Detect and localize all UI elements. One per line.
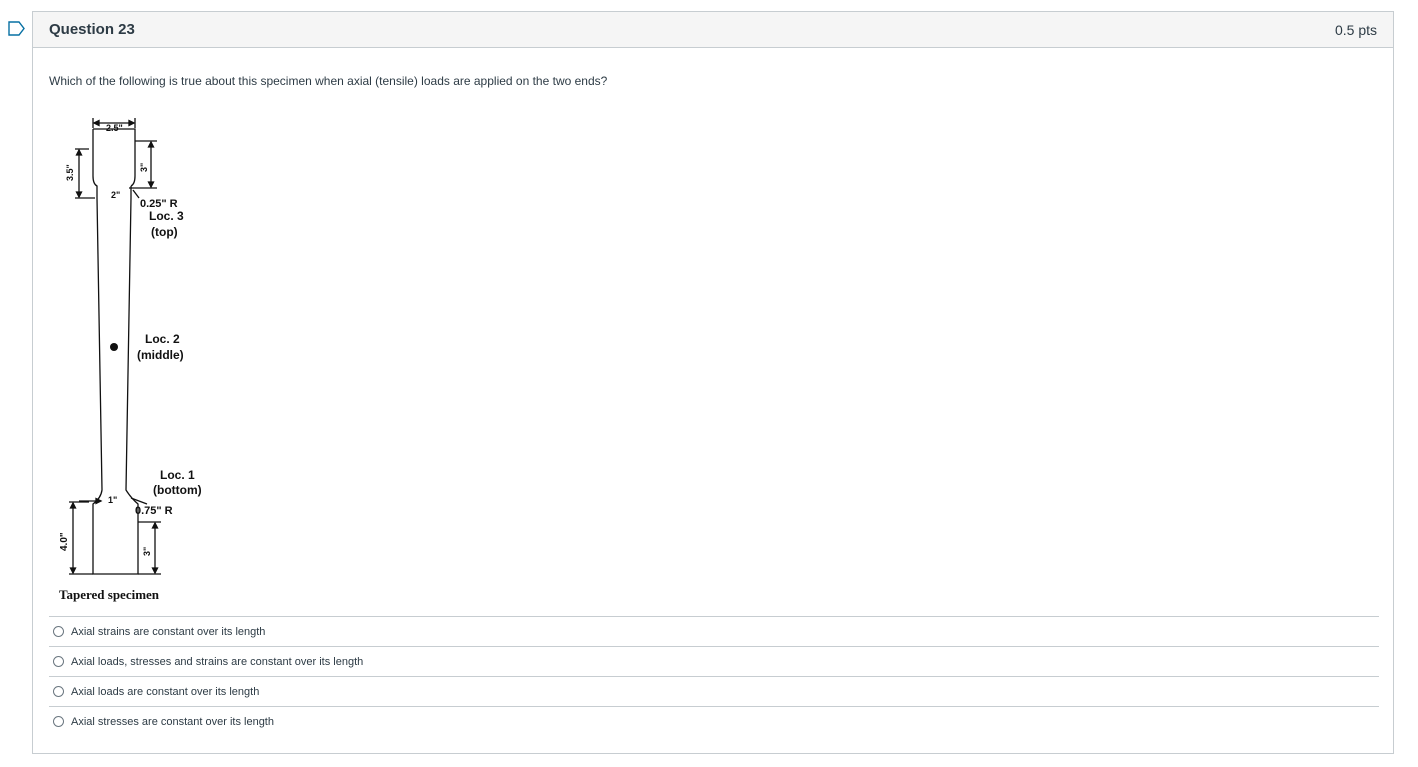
- tapered-specimen-figure: 2.5" 3.5" 3" 2" 0.25" R Loc. 3 (top) Loc…: [59, 118, 202, 602]
- answer-list: Axial strains are constant over its leng…: [49, 616, 1379, 736]
- question-points: 0.5 pts: [1334, 21, 1377, 38]
- loc3-name: Loc. 3: [149, 209, 184, 223]
- dim-top-grip: 3": [139, 163, 149, 172]
- question-title: Question 23: [49, 21, 135, 38]
- answer-label[interactable]: Axial loads, stresses and strains are co…: [71, 656, 363, 668]
- dim-neck-top: 2": [111, 190, 120, 200]
- loc2-point-marker: [110, 343, 118, 351]
- radio-button[interactable]: [53, 686, 64, 697]
- dim-neck-bottom: 1": [108, 495, 117, 505]
- loc2-name: Loc. 2: [145, 332, 180, 346]
- question-text: Which of the following is true about thi…: [49, 74, 608, 88]
- flag-question-icon[interactable]: [8, 21, 25, 36]
- radius-bottom: 0.75" R: [135, 505, 173, 517]
- answer-option[interactable]: Axial loads, stresses and strains are co…: [49, 646, 1379, 676]
- radio-button[interactable]: [53, 626, 64, 637]
- radio-button[interactable]: [53, 656, 64, 667]
- loc2-position: (middle): [137, 348, 184, 362]
- answer-option[interactable]: Axial loads are constant over its length: [49, 676, 1379, 706]
- loc1-position: (bottom): [153, 483, 202, 497]
- answer-label[interactable]: Axial strains are constant over its leng…: [71, 626, 265, 638]
- radio-button[interactable]: [53, 716, 64, 727]
- loc1-name: Loc. 1: [160, 468, 195, 482]
- dim-top-width: 2.5": [106, 123, 123, 133]
- figure-caption: Tapered specimen: [59, 587, 160, 602]
- answer-option[interactable]: Axial stresses are constant over its len…: [49, 706, 1379, 736]
- dim-top-height: 3.5": [65, 164, 75, 181]
- loc3-position: (top): [151, 225, 178, 239]
- answer-label[interactable]: Axial loads are constant over its length: [71, 686, 259, 698]
- dim-bottom-grip: 3": [142, 547, 152, 556]
- answer-label[interactable]: Axial stresses are constant over its len…: [71, 716, 274, 728]
- answer-option[interactable]: Axial strains are constant over its leng…: [49, 616, 1379, 646]
- question-card: Question 23 0.5 pts Which of the followi…: [32, 11, 1394, 754]
- question-header: Question 23 0.5 pts: [33, 12, 1393, 48]
- dim-bottom-height: 4.0": [59, 532, 70, 551]
